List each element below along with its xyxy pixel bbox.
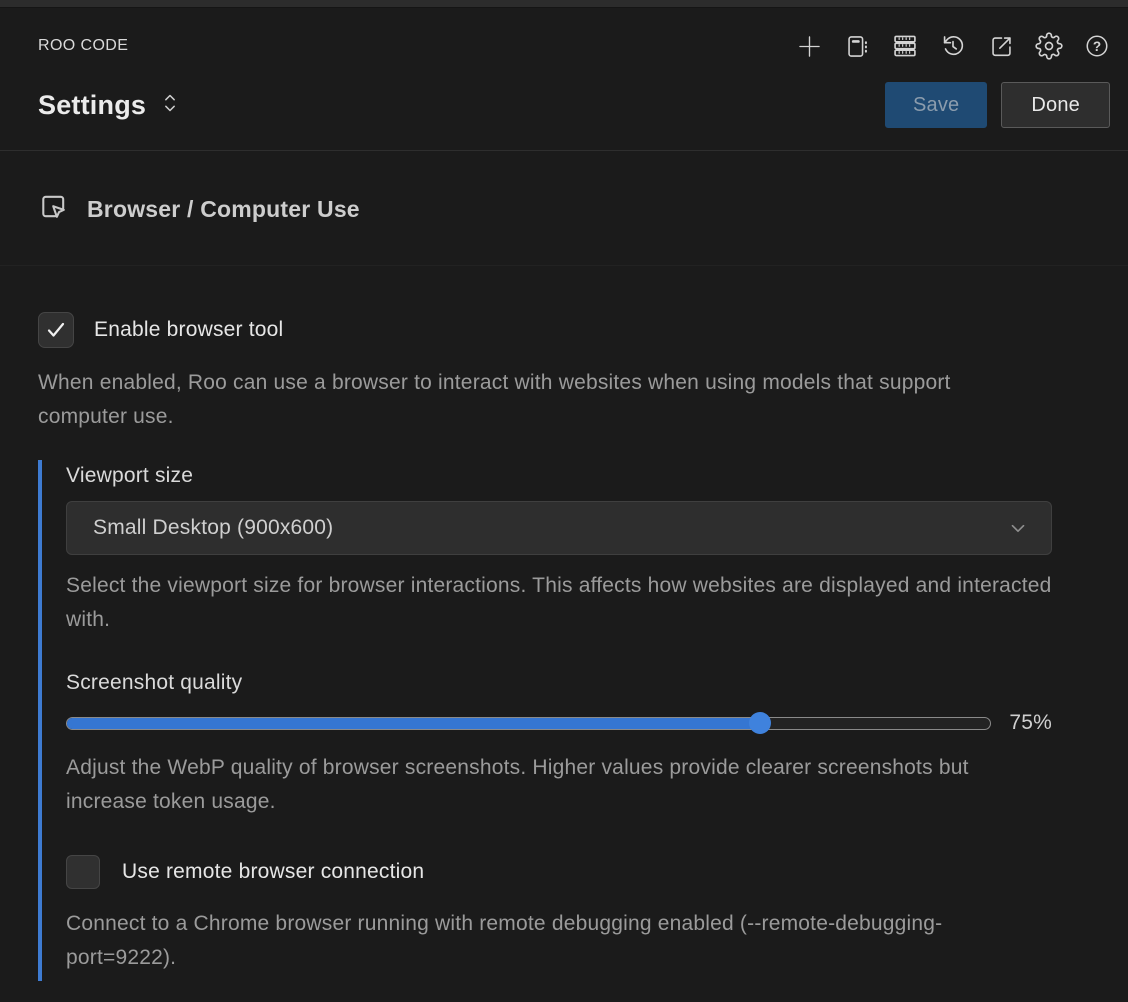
open-in-editor-icon[interactable] [982, 29, 1020, 63]
screenshot-quality-label: Screenshot quality [66, 671, 1052, 695]
browser-computer-use-icon [38, 191, 69, 227]
viewport-size-description: Select the viewport size for browser int… [66, 569, 1052, 637]
section-header: Browser / Computer Use [0, 151, 1128, 266]
settings-gear-icon[interactable] [1030, 29, 1068, 63]
remote-browser-description: Connect to a Chrome browser running with… [66, 907, 978, 975]
chevron-down-icon [1007, 517, 1029, 539]
viewport-size-value: Small Desktop (900x600) [93, 516, 333, 540]
checkmark-icon [44, 318, 68, 342]
prompts-icon[interactable] [838, 29, 876, 63]
enable-browser-tool-description: When enabled, Roo can use a browser to i… [38, 366, 998, 434]
settings-content: Enable browser tool When enabled, Roo ca… [0, 266, 1128, 981]
slider-thumb[interactable] [749, 712, 771, 734]
svg-text:?: ? [1093, 39, 1101, 54]
screenshot-quality-slider[interactable] [66, 717, 991, 730]
plus-icon[interactable] [790, 29, 828, 63]
remote-browser-checkbox[interactable] [66, 855, 100, 889]
screenshot-quality-slider-row: 75% [66, 711, 1052, 735]
done-button[interactable]: Done [1001, 82, 1110, 128]
remote-browser-label: Use remote browser connection [122, 860, 424, 884]
panel-top-edge [0, 0, 1128, 8]
titlebar-icons: ? [790, 29, 1116, 63]
mcp-servers-icon[interactable] [886, 29, 924, 63]
settings-header-row: Settings Save Done [0, 66, 1128, 151]
enable-browser-tool-label: Enable browser tool [94, 318, 283, 342]
slider-track [66, 717, 991, 730]
titlebar: ROO CODE [0, 8, 1128, 66]
section-title: Browser / Computer Use [87, 196, 360, 223]
viewport-size-label: Viewport size [66, 464, 1052, 488]
screenshot-quality-description: Adjust the WebP quality of browser scree… [66, 751, 1052, 819]
viewport-size-select[interactable]: Small Desktop (900x600) [66, 501, 1052, 555]
history-icon[interactable] [934, 29, 972, 63]
enable-browser-tool-checkbox[interactable] [38, 312, 74, 348]
chevron-up-down-icon[interactable] [160, 90, 180, 121]
save-button[interactable]: Save [885, 82, 987, 128]
app-title: ROO CODE [38, 37, 128, 55]
page-title: Settings [38, 90, 146, 121]
help-icon[interactable]: ? [1078, 29, 1116, 63]
slider-fill [67, 718, 760, 729]
browser-settings-group: Viewport size Small Desktop (900x600) Se… [38, 460, 1052, 981]
screenshot-quality-value: 75% [1009, 711, 1052, 735]
remote-browser-row[interactable]: Use remote browser connection [66, 855, 1052, 889]
enable-browser-tool-row[interactable]: Enable browser tool [38, 312, 1090, 348]
